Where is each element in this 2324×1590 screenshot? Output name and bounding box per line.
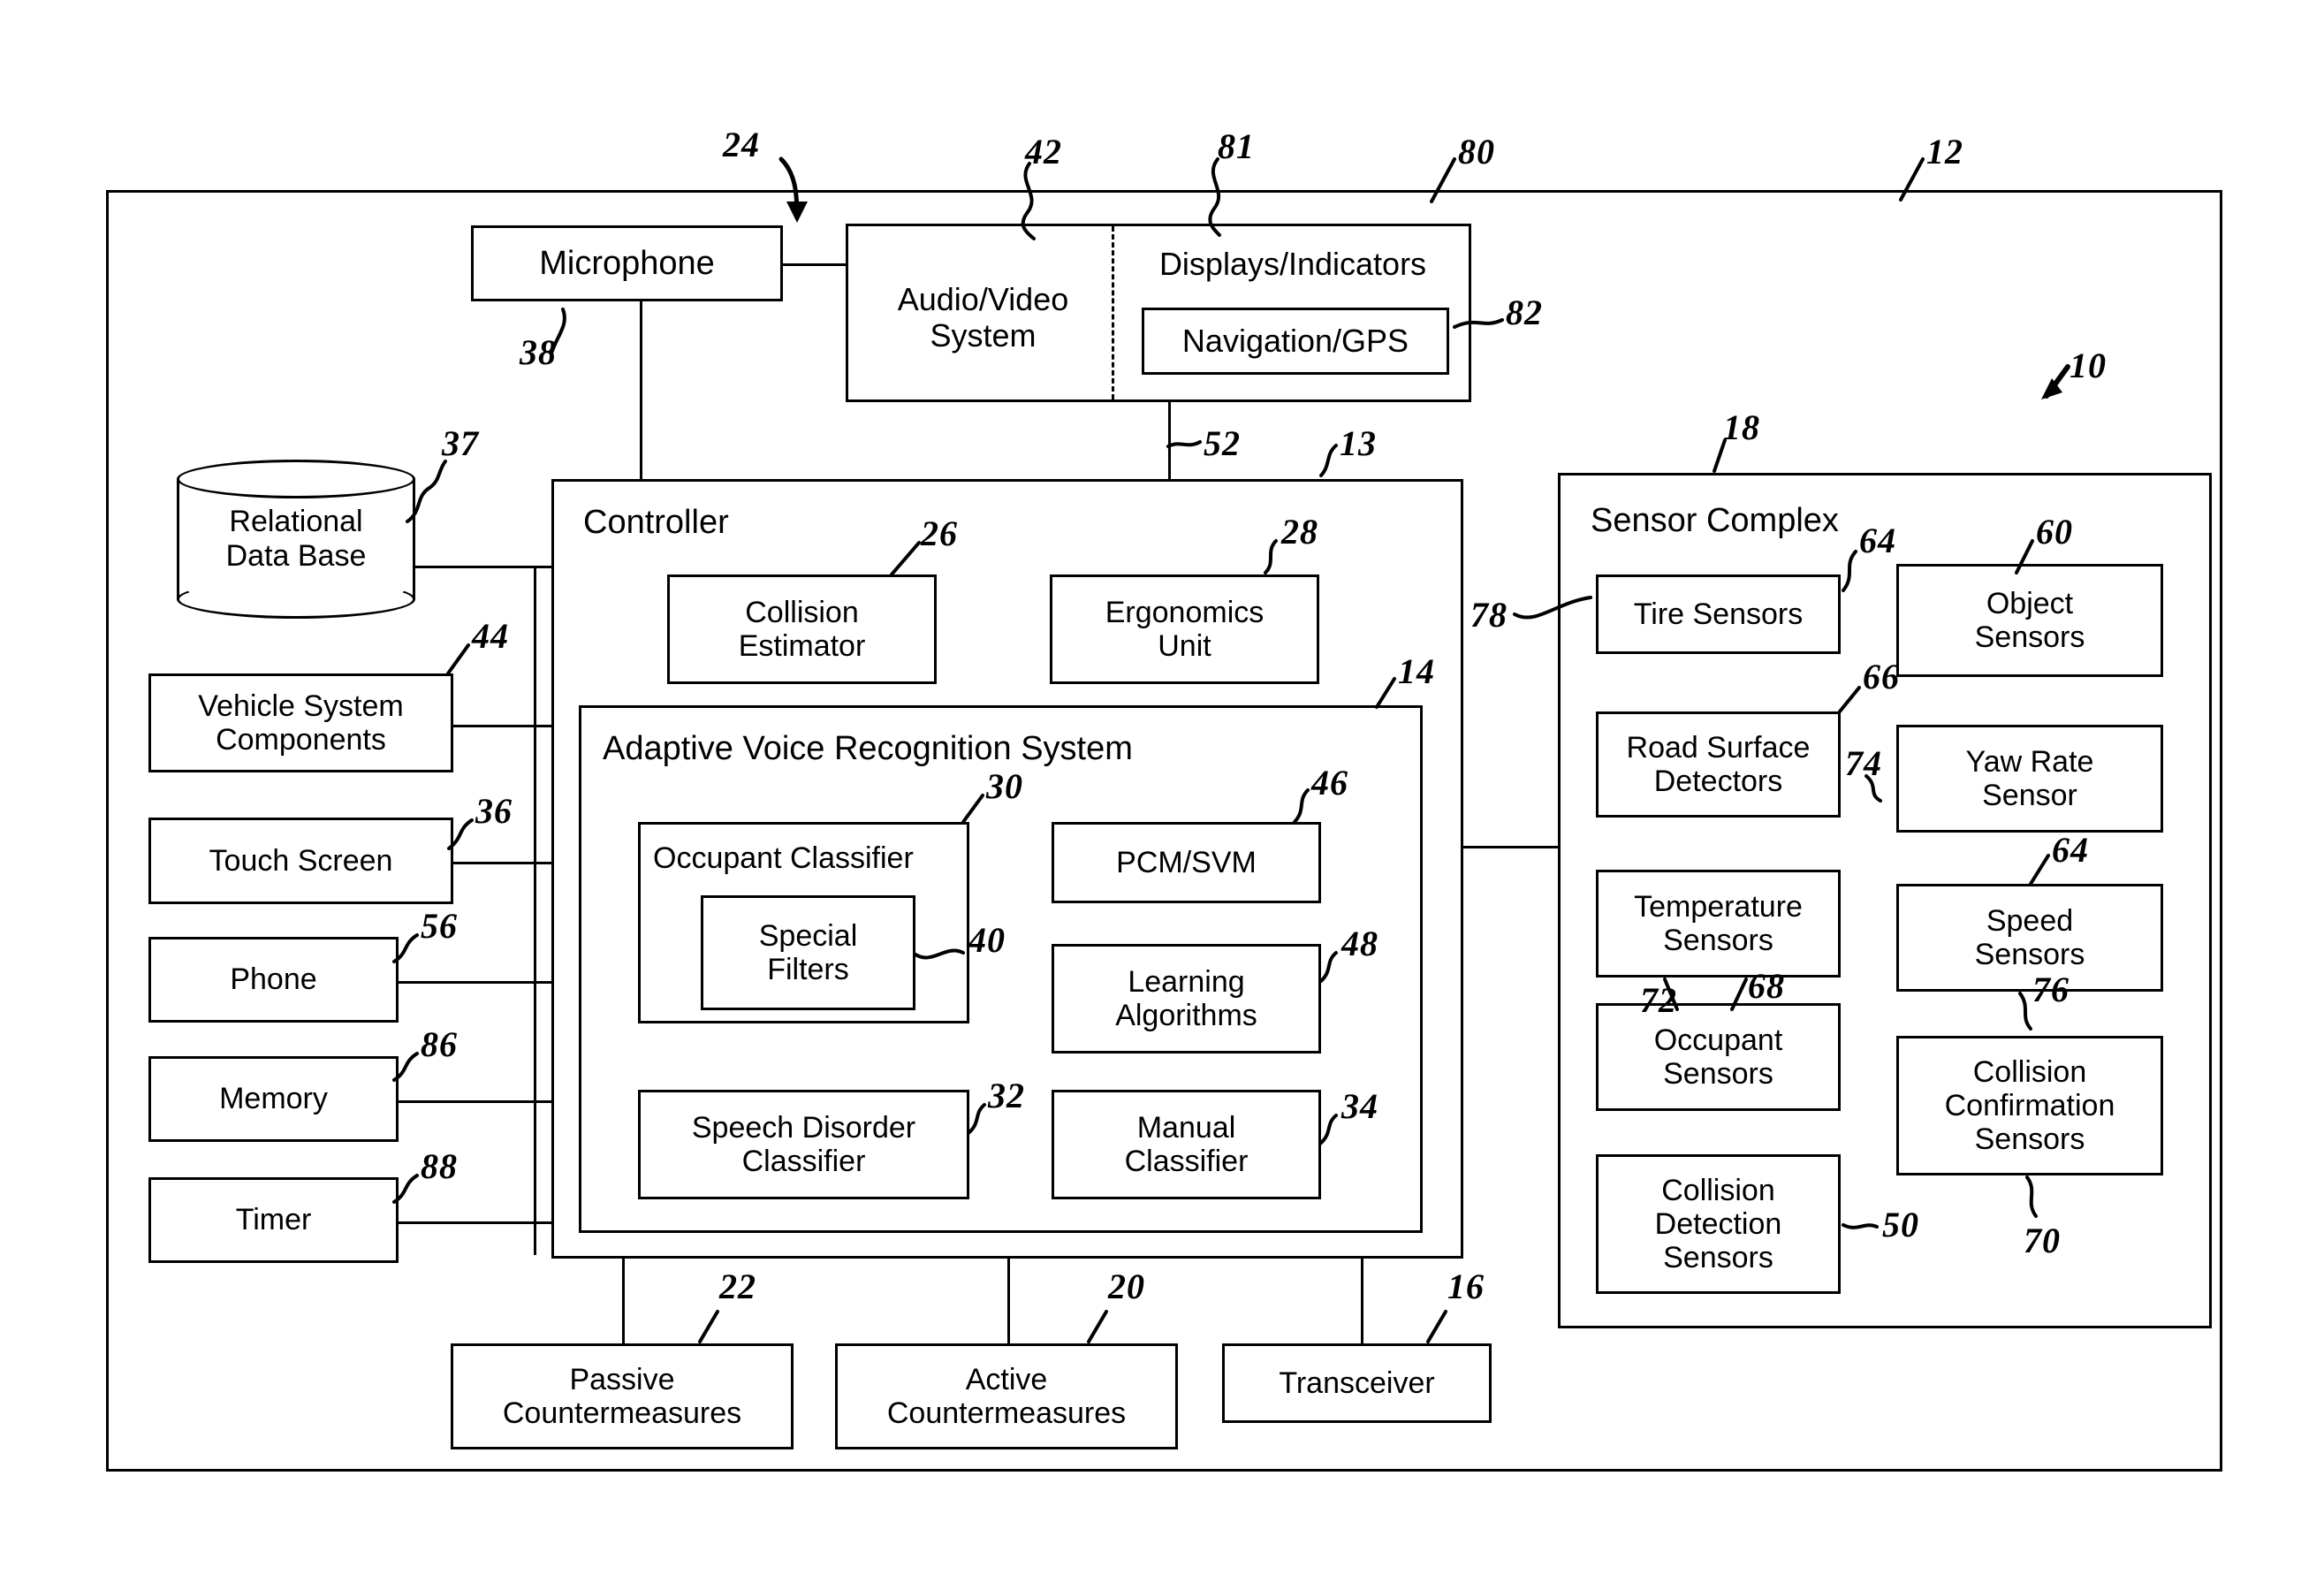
learning-algorithms-box[interactable]: Learning Algorithms [1052,944,1321,1054]
connector-touchscreen-to-bus [452,862,553,864]
phone-box[interactable]: Phone [148,937,399,1023]
ergonomics-unit-box[interactable]: Ergonomics Unit [1050,574,1319,684]
ref-86: 86 [421,1024,458,1064]
vehicle-system-components-box[interactable]: Vehicle System Components [148,673,453,772]
connector-database-to-bus [412,566,553,568]
occupant-classifier-label: Occupant Classifier [653,841,914,875]
cylinder-top-ellipse [177,460,415,498]
ref-22: 22 [719,1267,756,1306]
ref-38: 38 [520,332,557,372]
ref-20: 20 [1108,1267,1145,1306]
ref-74: 74 [1845,743,1882,783]
ref-12: 12 [1926,132,1963,171]
collision-estimator-box[interactable]: Collision Estimator [667,574,937,684]
memory-box[interactable]: Memory [148,1056,399,1142]
ref-37: 37 [442,423,479,463]
ref-10: 10 [2070,346,2107,385]
ref-60: 60 [2036,512,2073,552]
ref-18: 18 [1723,407,1760,447]
connector-phone-to-bus [398,981,553,984]
av-displays-divider [1112,226,1114,399]
connector-controller-to-active [1007,1259,1010,1347]
connector-av-to-controller [1168,402,1171,479]
passive-countermeasures-box[interactable]: Passive Countermeasures [451,1343,794,1449]
ref-32: 32 [988,1076,1025,1115]
ref-70: 70 [2024,1221,2061,1260]
ref-46: 46 [1311,763,1348,803]
audio-video-system-label: Audio/Video System [897,281,1069,354]
special-filters-box[interactable]: Special Filters [701,895,915,1010]
ref-40: 40 [968,920,1006,960]
object-sensors-box[interactable]: Object Sensors [1896,564,2163,677]
ref-50: 50 [1882,1205,1919,1244]
ref-88: 88 [421,1146,458,1186]
left-bus-spine [534,566,536,1255]
ref-68: 68 [1748,966,1785,1006]
controller-title: Controller [583,504,729,541]
speed-sensors-box[interactable]: Speed Sensors [1896,884,2163,992]
yaw-rate-sensor-box[interactable]: Yaw Rate Sensor [1896,725,2163,833]
ref-42: 42 [1025,132,1062,171]
connector-microphone-to-av [781,263,847,266]
navigation-gps-box[interactable]: Navigation/GPS [1142,308,1449,375]
connector-controller-to-sensor-complex [1461,846,1558,848]
ref-34: 34 [1341,1086,1378,1126]
active-countermeasures-box[interactable]: Active Countermeasures [835,1343,1178,1449]
ref-64-top: 64 [1859,521,1896,560]
connector-controller-to-transceiver [1361,1259,1363,1347]
connector-controller-to-passive [622,1259,625,1347]
occupant-sensors-box[interactable]: Occupant Sensors [1596,1003,1841,1111]
connector-memory-to-bus [398,1100,553,1103]
connector-microphone-to-controller [640,301,642,479]
collision-detection-sensors-box[interactable]: Collision Detection Sensors [1596,1154,1841,1294]
relational-database-cylinder: Relational Data Base [177,460,415,619]
ref-56: 56 [421,906,458,946]
ref-78: 78 [1470,595,1508,635]
connector-timer-to-bus [398,1221,553,1224]
touch-screen-box[interactable]: Touch Screen [148,818,453,904]
ref-28: 28 [1281,512,1318,552]
ref-82: 82 [1506,293,1543,332]
ref-66: 66 [1863,657,1900,696]
ref-48: 48 [1341,924,1378,963]
relational-database-label: Relational Data Base [225,504,367,573]
ref-14: 14 [1398,651,1435,691]
ref-64-speed: 64 [2052,830,2089,870]
ref-36: 36 [475,791,513,831]
manual-classifier-box[interactable]: Manual Classifier [1052,1090,1321,1199]
temperature-sensors-box[interactable]: Temperature Sensors [1596,870,1841,978]
ref-16: 16 [1447,1267,1485,1306]
patent-figure-canvas: Microphone Audio/Video System Displays/I… [0,0,2324,1590]
ref-13: 13 [1340,423,1377,463]
transceiver-box[interactable]: Transceiver [1222,1343,1492,1423]
ref-72: 72 [1640,980,1677,1020]
collision-confirmation-sensors-box[interactable]: Collision Confirmation Sensors [1896,1036,2163,1175]
ref-76: 76 [2032,970,2070,1009]
ref-44: 44 [472,616,509,656]
pcm-svm-box[interactable]: PCM/SVM [1052,822,1321,903]
ref-30: 30 [986,766,1023,806]
displays-indicators-label: Displays/Indicators [1158,246,1427,282]
ref-24: 24 [723,125,760,164]
speech-disorder-classifier-box[interactable]: Speech Disorder Classifier [638,1090,969,1199]
ref-26: 26 [921,514,958,553]
cylinder-bottom-ellipse [177,580,415,619]
road-surface-detectors-box[interactable]: Road Surface Detectors [1596,711,1841,818]
connector-vehicle-components-to-bus [452,725,553,727]
sensor-complex-title: Sensor Complex [1591,502,1839,539]
tire-sensors-box[interactable]: Tire Sensors [1596,574,1841,654]
microphone-box[interactable]: Microphone [471,225,783,301]
ref-80: 80 [1458,132,1495,171]
ref-52: 52 [1204,423,1241,463]
adaptive-voice-recognition-title: Adaptive Voice Recognition System [603,730,1133,767]
timer-box[interactable]: Timer [148,1177,399,1263]
ref-81: 81 [1218,126,1255,166]
